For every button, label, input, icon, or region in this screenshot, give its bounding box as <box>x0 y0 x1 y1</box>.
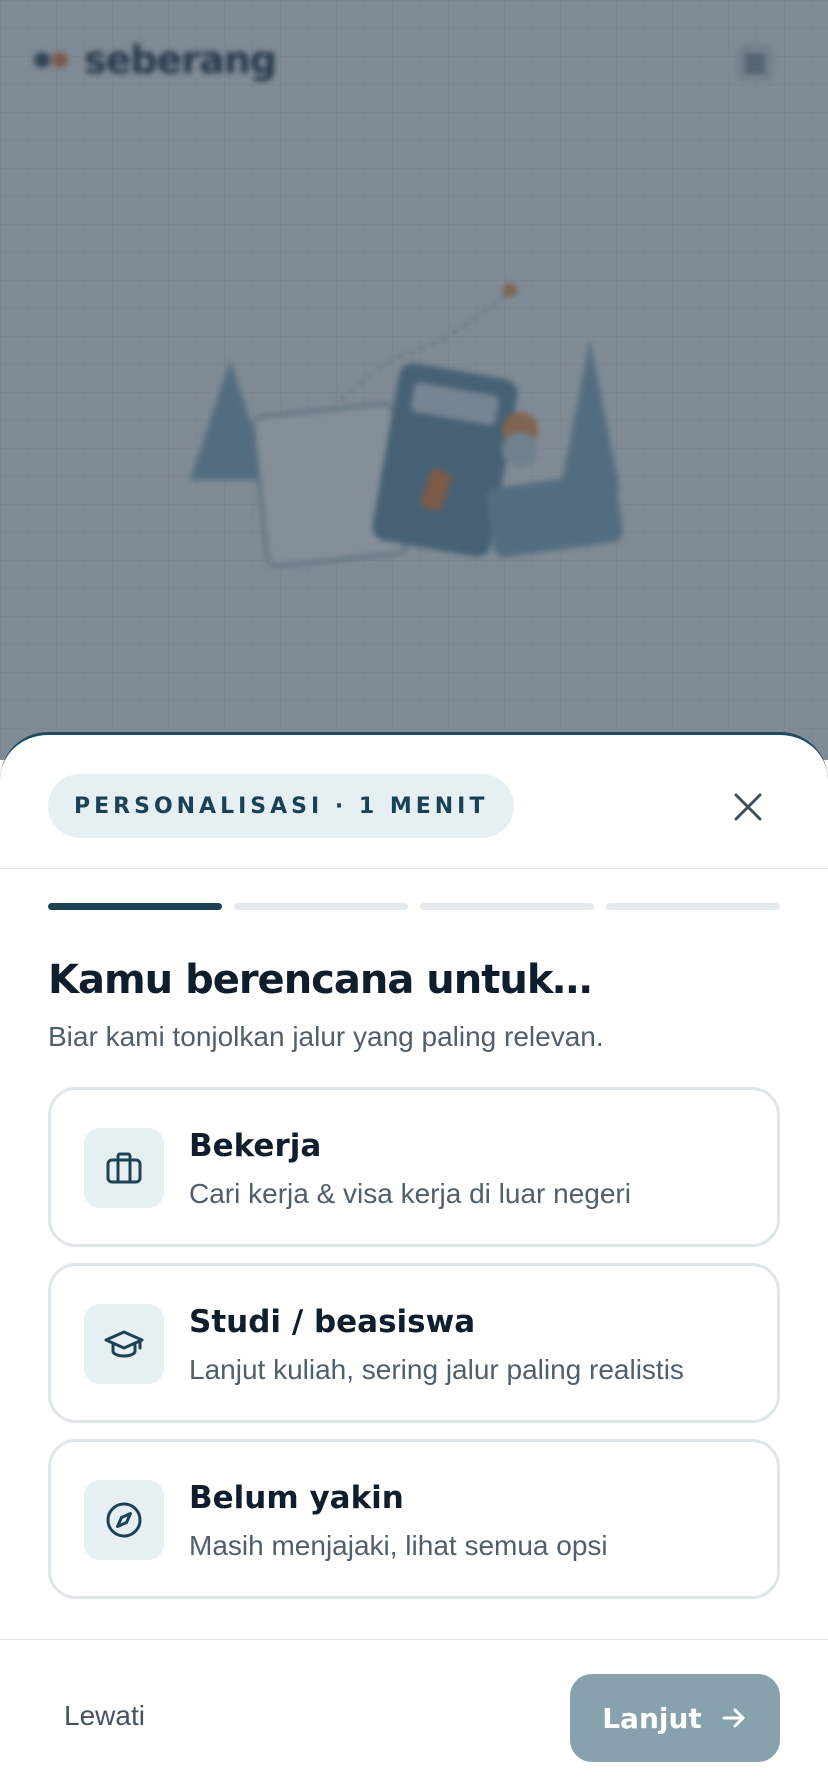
arrow-right-icon <box>722 1708 745 1728</box>
onboarding-sheet: PERSONALISASI · 1 MENIT Kamu berencana u… <box>0 732 828 1792</box>
option-description: Masih menjajaki, lihat semua opsi <box>189 1530 608 1561</box>
option-title: Bekerja <box>189 1128 322 1164</box>
progress-segment-3 <box>420 903 594 910</box>
option-icon-box <box>84 1480 164 1560</box>
step-badge: PERSONALISASI · 1 MENIT <box>48 774 515 838</box>
option-list: Bekerja Cari kerja & visa kerja di luar … <box>48 1087 780 1615</box>
briefcase-icon <box>106 1152 142 1184</box>
sheet-footer: Lewati Lanjut <box>0 1639 828 1792</box>
option-icon-box <box>84 1304 164 1384</box>
option-title: Belum yakin <box>189 1480 404 1516</box>
sheet-header: PERSONALISASI · 1 MENIT <box>0 735 828 869</box>
progress-segment-1 <box>48 903 222 910</box>
option-bekerja[interactable]: Bekerja Cari kerja & visa kerja di luar … <box>48 1087 780 1247</box>
next-button[interactable]: Lanjut <box>570 1674 780 1762</box>
modal-overlay[interactable] <box>0 0 828 760</box>
option-belum-yakin[interactable]: Belum yakin Masih menjajaki, lihat semua… <box>48 1439 780 1599</box>
progress-indicator <box>48 903 780 910</box>
next-button-label: Lanjut <box>602 1701 702 1735</box>
close-icon <box>734 793 762 821</box>
compass-icon <box>106 1502 142 1538</box>
graduation-cap-icon <box>104 1330 144 1358</box>
option-studi-beasiswa[interactable]: Studi / beasiswa Lanjut kuliah, sering j… <box>48 1263 780 1423</box>
option-title: Studi / beasiswa <box>189 1304 476 1340</box>
question-title: Kamu berencana untuk… <box>48 957 592 1003</box>
option-description: Cari kerja & visa kerja di luar negeri <box>189 1178 631 1209</box>
option-icon-box <box>84 1128 164 1208</box>
background-page: seberang <box>0 0 828 760</box>
close-button[interactable] <box>724 783 772 831</box>
progress-segment-2 <box>234 903 408 910</box>
question-subtitle: Biar kami tonjolkan jalur yang paling re… <box>48 1021 604 1052</box>
progress-segment-4 <box>606 903 780 910</box>
skip-button[interactable]: Lewati <box>64 1700 145 1732</box>
option-description: Lanjut kuliah, sering jalur paling reali… <box>189 1354 684 1385</box>
